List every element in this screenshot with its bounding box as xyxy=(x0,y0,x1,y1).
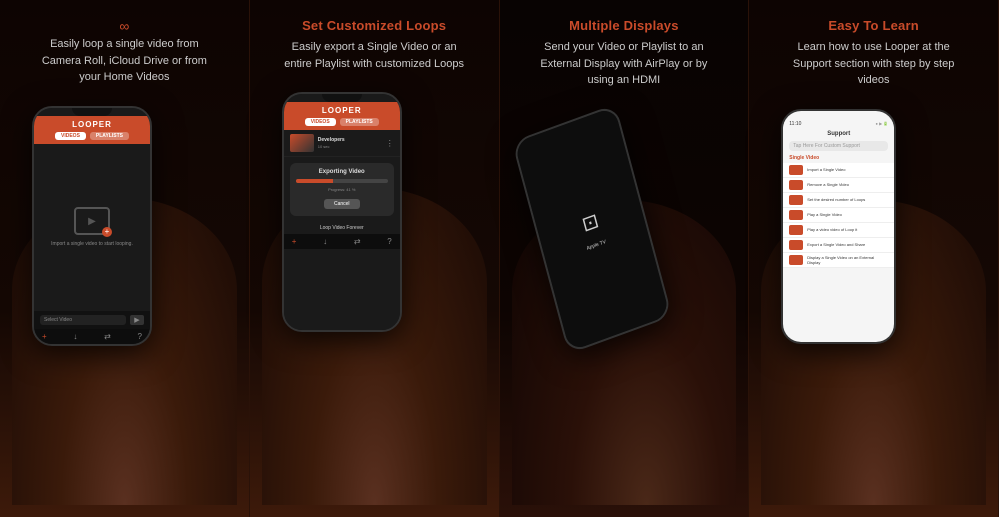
panel-4-screen: 11:10 ● ▶ 🔋 Support Tap Here For Custom … xyxy=(783,111,894,342)
p4-section-label: Single Video xyxy=(783,153,894,163)
share-icon-2: ⇄ xyxy=(354,237,361,246)
p4-item-text-7: Display a Single Video on an External Di… xyxy=(807,255,888,265)
p4-item-icon-6 xyxy=(789,240,803,250)
list-item-7: Display a Single Video on an External Di… xyxy=(783,253,894,268)
panel-2-phone-frame: LOOPER VIDEOS PLAYLISTS Developers 10 se… xyxy=(282,92,402,332)
p1-tabs: VIDEOS PLAYLISTS xyxy=(55,132,129,140)
p2-header: LOOPER VIDEOS PLAYLISTS xyxy=(284,102,400,130)
p1-header: LOOPER VIDEOS PLAYLISTS xyxy=(34,116,150,144)
play-icon: ▶ xyxy=(88,216,96,227)
list-item-2: Remove a Single Video xyxy=(783,178,894,193)
phone-notch xyxy=(72,108,112,116)
share-icon: ⇄ xyxy=(104,332,111,341)
p2-list-item: Developers 10 sec ⋮ xyxy=(284,130,400,157)
p4-item-icon-4 xyxy=(789,210,803,220)
p1-tab-videos: VIDEOS xyxy=(55,132,86,140)
p2-tabs: VIDEOS PLAYLISTS xyxy=(305,118,379,126)
p2-logo: LOOPER xyxy=(322,106,362,115)
p2-thumbnail xyxy=(290,134,314,152)
panel-4-phone-frame: 11:10 ● ▶ 🔋 Support Tap Here For Custom … xyxy=(781,109,896,344)
p2-item-sub: 10 sec xyxy=(318,144,382,149)
airplay-icon: ⊡ xyxy=(579,207,601,237)
p1-import-icon: ▶ + xyxy=(74,207,110,235)
infinity-icon: ∞ xyxy=(119,18,129,34)
p2-logo-text: LOOPER xyxy=(322,106,362,115)
p4-time: 11:10 xyxy=(789,121,801,127)
panel-1-screen: LOOPER VIDEOS PLAYLISTS ▶ + Import a sin… xyxy=(34,108,150,344)
p1-body: ▶ + Import a single video to start loopi… xyxy=(34,144,150,311)
add-icon: + xyxy=(42,332,47,341)
list-item-6: Export a Single Video and Share xyxy=(783,238,894,253)
p4-item-text-2: Remove a Single Video xyxy=(807,182,888,187)
p4-item-icon-7 xyxy=(789,255,803,265)
p4-page-title: Support xyxy=(783,129,894,139)
p2-bottom-icons: + ↓ ⇄ ? xyxy=(284,234,400,249)
p1-logo: LOOPER xyxy=(72,120,112,129)
list-item-3: Set the desired number of Loops xyxy=(783,193,894,208)
add-icon-2: + xyxy=(292,237,297,246)
progress-bar xyxy=(296,179,388,183)
p1-import-text: Import a single video to start looping. xyxy=(51,241,133,247)
panel-2-description: Easily export a Single Video or an entir… xyxy=(284,39,464,72)
list-item-5: Play a video video of Loop it xyxy=(783,223,894,238)
feature-panel-1: ∞ Easily loop a single video from Camera… xyxy=(0,0,250,517)
p4-item-text-4: Play a Single Video xyxy=(807,212,888,217)
p2-item-title: Developers xyxy=(318,137,382,143)
loop-label: Loop Video Forever xyxy=(284,222,400,234)
panel-1-description: Easily loop a single video from Camera R… xyxy=(34,36,214,86)
help-icon-2: ? xyxy=(387,237,391,246)
p2-tab-playlists: PLAYLISTS xyxy=(340,118,379,126)
panel-2-screen: LOOPER VIDEOS PLAYLISTS Developers 10 se… xyxy=(284,94,400,330)
phone-notch-2 xyxy=(322,94,362,102)
panel-3-title: Multiple Displays xyxy=(569,18,679,33)
panel-1-phone-frame: LOOPER VIDEOS PLAYLISTS ▶ + Import a sin… xyxy=(32,106,152,346)
progress-fill xyxy=(296,179,333,183)
download-icon-2: ↓ xyxy=(323,237,327,246)
p4-item-text-3: Set the desired number of Loops xyxy=(807,197,888,202)
p4-search-bar[interactable]: Tap Here For Custom Support xyxy=(789,141,888,151)
export-title: Exporting Video xyxy=(296,169,388,175)
p4-item-text-6: Export a Single Video and Share xyxy=(807,242,888,247)
p4-item-text-5: Play a video video of Loop it xyxy=(807,227,888,232)
panel-4-description: Learn how to use Looper at the Support s… xyxy=(784,39,964,89)
p1-logo-text: LOOPER xyxy=(72,120,112,129)
p2-tab-videos: VIDEOS xyxy=(305,118,336,126)
p4-item-text-1: Import a Single Video xyxy=(807,167,888,172)
p1-tab-playlists: PLAYLISTS xyxy=(90,132,129,140)
panel-1-phone-wrapper: LOOPER VIDEOS PLAYLISTS ▶ + Import a sin… xyxy=(12,96,237,506)
p2-item-info: Developers 10 sec xyxy=(318,137,382,149)
progress-text: Progress: 41 % xyxy=(296,187,388,192)
panel-2-title: Set Customized Loops xyxy=(302,18,446,33)
panel-2-phone-wrapper: LOOPER VIDEOS PLAYLISTS Developers 10 se… xyxy=(262,82,487,505)
panel-3-description: Send your Video or Playlist to an Extern… xyxy=(534,39,714,89)
panel-4-phone-wrapper: 11:10 ● ▶ 🔋 Support Tap Here For Custom … xyxy=(761,99,986,506)
list-item-1: Import a Single Video xyxy=(783,163,894,178)
phone-notch-4 xyxy=(819,111,859,119)
panel-3-phone-wrapper: ⊡ Apple TV xyxy=(512,99,737,506)
p4-item-icon-1 xyxy=(789,165,803,175)
panel-4-title: Easy To Learn xyxy=(828,18,919,33)
p1-select-label: Select Video xyxy=(40,315,126,325)
cancel-button[interactable]: Cancel xyxy=(324,199,360,209)
download-icon: ↓ xyxy=(73,332,77,341)
list-item-4: Play a Single Video xyxy=(783,208,894,223)
plus-icon: + xyxy=(102,227,112,237)
p4-item-icon-3 xyxy=(789,195,803,205)
airplay-label: Apple TV xyxy=(585,238,606,251)
p1-play-btn: ▶ xyxy=(130,315,144,325)
feature-panel-4: Easy To Learn Learn how to use Looper at… xyxy=(749,0,999,517)
feature-panel-2: Set Customized Loops Easily export a Sin… xyxy=(250,0,500,517)
p4-item-icon-5 xyxy=(789,225,803,235)
help-icon: ? xyxy=(138,332,142,341)
export-modal: Exporting Video Progress: 41 % Cancel xyxy=(290,163,394,216)
more-options-icon: ⋮ xyxy=(386,139,394,148)
p4-status-icons: ● ▶ 🔋 xyxy=(876,121,889,126)
p4-item-icon-2 xyxy=(789,180,803,190)
p1-bottom-icons: + ↓ ⇄ ? xyxy=(34,329,150,344)
feature-panel-3: Multiple Displays Send your Video or Pla… xyxy=(500,0,750,517)
p1-footer: Select Video ▶ xyxy=(34,311,150,329)
